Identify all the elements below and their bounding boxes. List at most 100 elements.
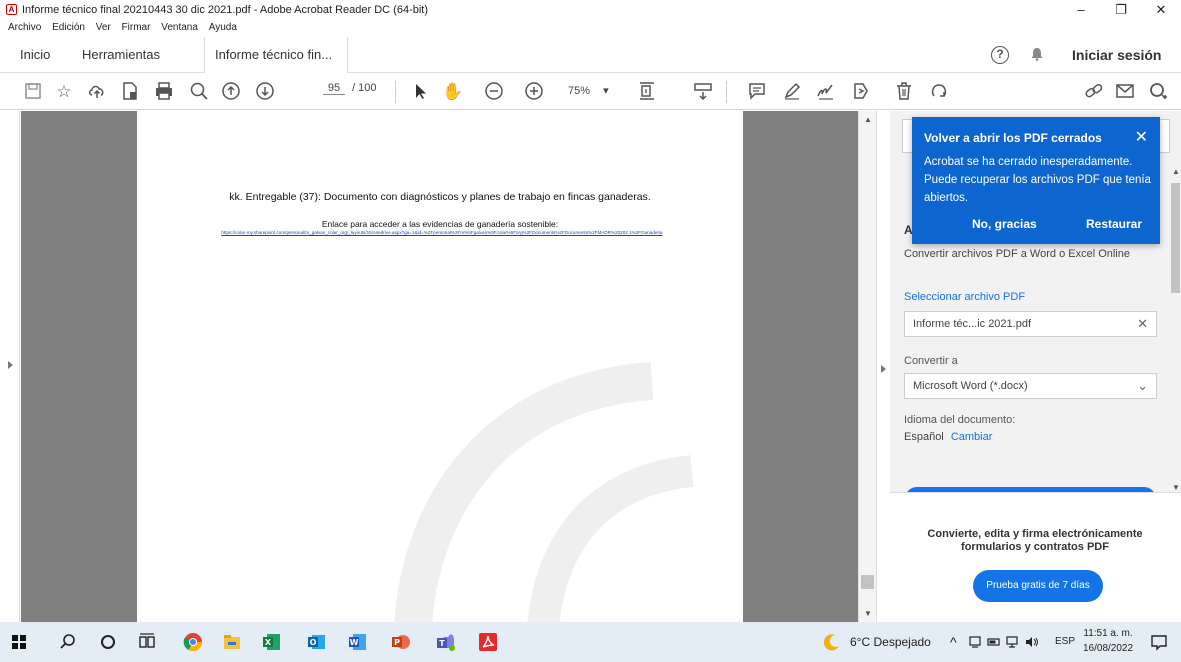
comment-icon[interactable] [746, 81, 768, 103]
acrobat-taskbar-icon[interactable] [478, 632, 498, 652]
weather-text[interactable]: 6°C Despejado [850, 622, 931, 662]
free-trial-button[interactable]: Prueba gratis de 7 días [973, 570, 1103, 602]
teams-icon[interactable]: T [436, 632, 456, 652]
convert-format-select[interactable]: Microsoft Word (*.docx) ⌄ [904, 373, 1157, 399]
star-icon[interactable]: ☆ [53, 81, 75, 103]
page-number-input[interactable]: 95 [323, 82, 345, 95]
help-icon[interactable]: ? [991, 46, 1009, 64]
file-explorer-icon[interactable] [222, 632, 242, 652]
popup-close-icon[interactable]: ✕ [1135, 127, 1148, 147]
menu-ver[interactable]: Ver [96, 20, 111, 36]
menu-edicion[interactable]: Edición [52, 20, 85, 36]
word-icon[interactable]: W [348, 632, 368, 652]
toolbar-divider [726, 81, 727, 103]
windows-start-icon[interactable] [12, 635, 26, 649]
create-pdf-icon[interactable] [119, 81, 141, 103]
convert-to-label: Convertir a [904, 355, 958, 367]
menu-ayuda[interactable]: Ayuda [209, 20, 237, 36]
dismiss-button[interactable]: No, gracias [972, 217, 1037, 231]
network-icon[interactable] [1006, 635, 1020, 649]
upload-cloud-icon[interactable] [86, 81, 108, 103]
windows-taskbar: X O W P T 6°C Despejado ^ ESP 11:51 a. m… [0, 622, 1181, 662]
zoom-value: 75% [568, 85, 591, 97]
email-icon[interactable] [1114, 81, 1136, 103]
language-row: Español Cambiar [904, 431, 992, 443]
zoom-dropdown[interactable]: 75% ▾ [568, 84, 609, 97]
tab-home[interactable]: Inicio [20, 37, 50, 73]
promo-text: Convierte, edita y firma electrónicament… [927, 528, 1143, 553]
menu-ventana[interactable]: Ventana [161, 20, 198, 36]
outlook-icon[interactable]: O [307, 632, 327, 652]
window-title: Informe técnico final 20210443 30 dic 20… [22, 4, 429, 16]
tab-document[interactable]: Informe técnico fin... × [204, 37, 348, 98]
clear-file-icon[interactable]: ✕ [1137, 312, 1148, 336]
volume-icon[interactable] [1025, 635, 1039, 649]
close-window-button[interactable]: ✕ [1141, 0, 1181, 20]
add-user-icon[interactable] [1147, 81, 1169, 103]
clock-date: 16/08/2022 [1083, 643, 1134, 654]
show-hidden-icons-chevron-icon[interactable]: ^ [950, 622, 957, 662]
rotate-icon[interactable] [928, 81, 950, 103]
input-language[interactable]: ESP [1055, 622, 1075, 662]
highlight-pen-icon[interactable] [781, 81, 803, 103]
scroll-down-icon[interactable]: ▼ [864, 609, 872, 618]
select-cursor-icon[interactable] [409, 81, 431, 103]
scroll-mode-icon[interactable] [692, 81, 714, 103]
panel-scroll-down-icon[interactable]: ▼ [1172, 483, 1180, 492]
menu-bar: Archivo Edición Ver Firmar Ventana Ayuda [0, 20, 1181, 36]
document-heading: kk. Entregable (37): Documento con diagn… [229, 191, 651, 203]
scroll-up-icon[interactable]: ▲ [864, 115, 872, 124]
sign-icon[interactable] [815, 81, 837, 103]
right-panel-toggle[interactable] [876, 111, 890, 622]
delete-trash-icon[interactable] [893, 81, 915, 103]
powerpoint-icon[interactable]: P [391, 632, 411, 652]
change-language-link[interactable]: Cambiar [951, 431, 993, 443]
restore-button[interactable]: ❐ [1101, 0, 1141, 20]
chrome-icon[interactable] [183, 632, 203, 652]
panel-scrollbar-thumb[interactable] [1171, 183, 1180, 293]
document-scrollbar[interactable]: ▲ ▼ [858, 111, 876, 622]
panel-scroll-up-icon[interactable]: ▲ [1172, 167, 1180, 176]
meet-now-icon[interactable] [968, 635, 982, 649]
page-total: / 100 [352, 82, 377, 94]
evidence-link[interactable]: https://colar-my.sharepoint.com/personal… [187, 230, 697, 236]
language-label: Idioma del documento: [904, 414, 1016, 426]
bell-icon[interactable] [1030, 47, 1044, 61]
previous-page-icon[interactable] [220, 81, 242, 103]
excel-icon[interactable]: X [262, 632, 282, 652]
left-panel-toggle[interactable] [0, 111, 20, 622]
hand-tool-icon[interactable]: ✋ [442, 81, 464, 103]
search-icon[interactable] [58, 632, 78, 652]
print-icon[interactable] [153, 81, 175, 103]
notifications-icon[interactable] [1149, 632, 1169, 652]
next-page-icon[interactable] [254, 81, 276, 103]
selected-file-field[interactable]: Informe téc...ic 2021.pdf ✕ [904, 311, 1157, 337]
zoom-caret-icon: ▾ [603, 85, 609, 97]
signin-button[interactable]: Iniciar sesión [1072, 37, 1161, 73]
minimize-button[interactable]: – [1061, 0, 1101, 20]
scrollbar-thumb[interactable] [861, 575, 874, 589]
watermark-logo [394, 362, 694, 622]
zoom-in-icon[interactable] [523, 81, 545, 103]
selected-file-name: Informe téc...ic 2021.pdf [913, 318, 1032, 330]
battery-icon[interactable] [987, 635, 1001, 649]
svg-text:P: P [394, 638, 400, 647]
cortana-icon[interactable] [98, 632, 118, 652]
share-send-icon[interactable] [850, 81, 872, 103]
restore-button[interactable]: Restaurar [1086, 217, 1142, 231]
acrobat-app-icon: A [6, 4, 17, 15]
menu-archivo[interactable]: Archivo [8, 20, 41, 36]
tab-tools[interactable]: Herramientas [82, 37, 160, 73]
zoom-search-icon[interactable] [188, 81, 210, 103]
link-icon[interactable] [1083, 81, 1105, 103]
menu-firmar[interactable]: Firmar [122, 20, 151, 36]
viewer-gutter-left [21, 111, 137, 622]
save-icon[interactable] [22, 81, 44, 103]
export-description: Convertir archivos PDF a Word o Excel On… [904, 248, 1130, 260]
select-file-link[interactable]: Seleccionar archivo PDF [904, 291, 1025, 303]
task-view-icon[interactable] [137, 632, 157, 652]
clock[interactable]: 11:51 a. m. 16/08/2022 [1083, 626, 1133, 656]
fit-page-icon[interactable] [636, 81, 658, 103]
panel-scrollbar[interactable]: ▲ ▼ [1170, 167, 1181, 497]
zoom-out-icon[interactable] [483, 81, 505, 103]
